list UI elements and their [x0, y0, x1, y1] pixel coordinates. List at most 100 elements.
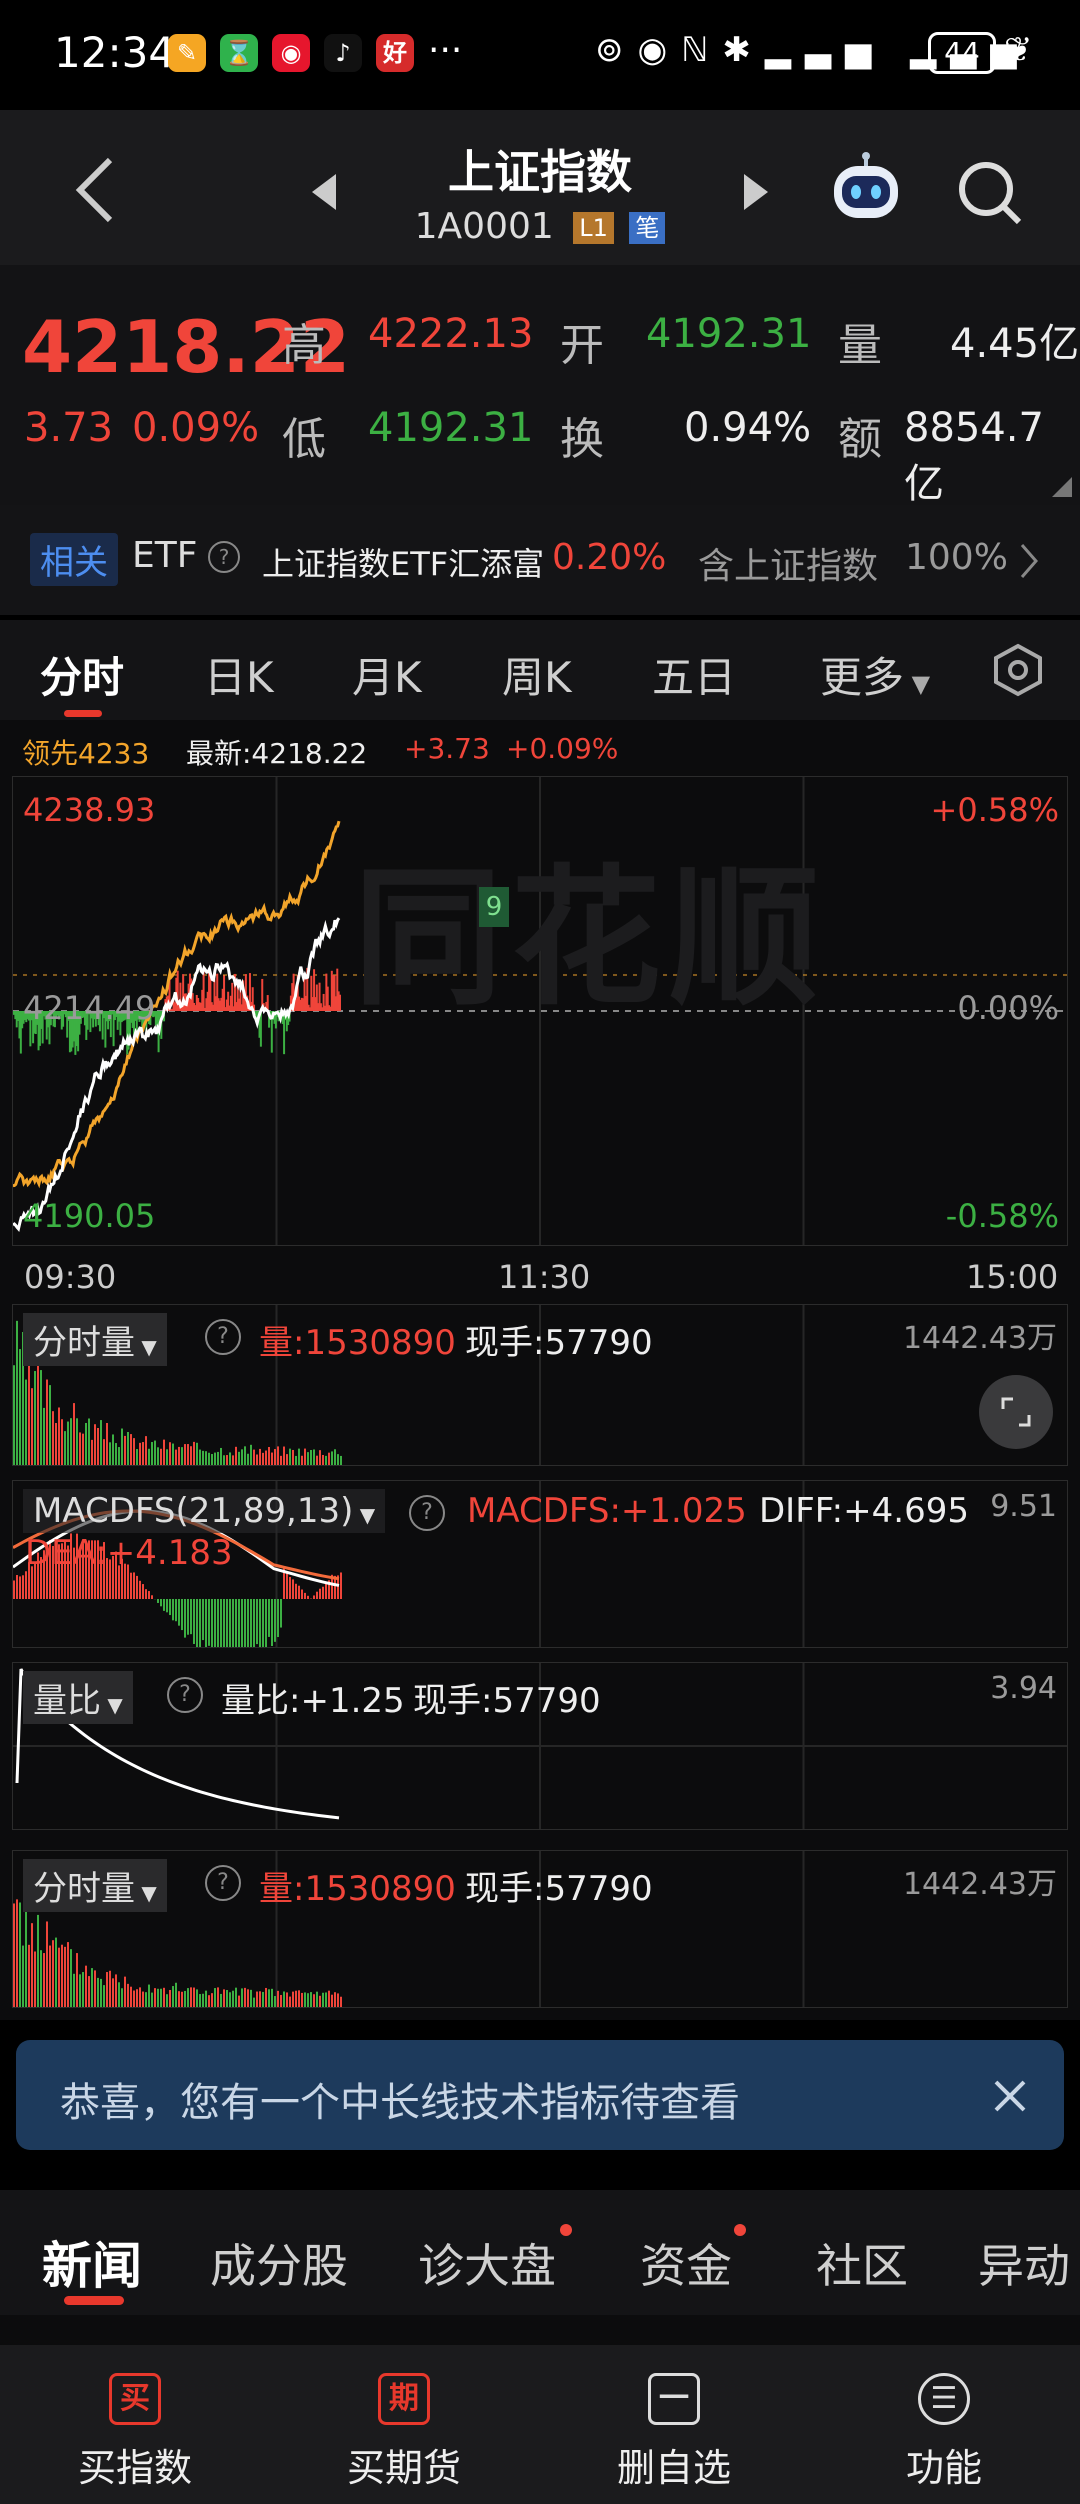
volume-panel[interactable]: 分时量 ▼ ? 量:1530890 现手:57790 1442.43万 [12, 1304, 1068, 1466]
volume-panel-2[interactable]: 分时量 ▼ ? 量:1530890 现手:57790 1442.43万 [12, 1850, 1068, 2008]
tab-diagnosis[interactable]: 诊大盘 [418, 2230, 556, 2296]
macd-bar [175, 1599, 177, 1622]
help-icon[interactable]: ? [205, 1319, 241, 1355]
buy-futures-button[interactable]: 期 买期货 [304, 2345, 504, 2504]
volume-bar [97, 1977, 99, 2007]
unread-dot [734, 2224, 746, 2236]
volume-bar [292, 1449, 294, 1465]
close-icon[interactable] [992, 2078, 1028, 2114]
volume-bar [232, 1990, 234, 2007]
etf-bar[interactable]: 相关 ETF ? 上证指数ETF汇添富 0.20% 含上证指数 100% [0, 505, 1080, 615]
volume-bar [19, 1349, 21, 1465]
price-panel[interactable]: 同花顺 4238.93 4214.49 4190.05 +0.58% 0.00%… [12, 776, 1068, 1246]
macd-bar [271, 1599, 273, 1646]
tab-intraday[interactable]: 分时 [40, 644, 124, 705]
next-stock-icon[interactable] [740, 172, 770, 212]
etf-holding-value: 100% [905, 537, 1008, 578]
tab-community[interactable]: 社区 [816, 2230, 908, 2296]
volume-bar [130, 1434, 132, 1465]
volume-bar [268, 1447, 270, 1465]
functions-label: 功能 [905, 2446, 982, 2490]
macdfs-value: MACDFS:+1.025 [467, 1491, 747, 1531]
volume-indicator-select[interactable]: 分时量 ▼ [23, 1313, 167, 1366]
low-value: 4192.31 [368, 405, 534, 451]
volume-bar [175, 1982, 177, 2007]
macd-bar [256, 1599, 258, 1645]
open-label: 开 [560, 320, 604, 371]
volume-label: 量 [838, 320, 882, 371]
volume-bar [16, 1899, 18, 2007]
help-icon[interactable]: ? [409, 1495, 445, 1531]
volume-bar [217, 1451, 219, 1465]
tab-movement[interactable]: 异动 [978, 2230, 1080, 2296]
search-icon[interactable] [955, 158, 1025, 228]
volume-bar [13, 1365, 15, 1465]
volume-bar [118, 1447, 120, 1465]
tab-five-day[interactable]: 五日 [652, 644, 736, 705]
tab-news[interactable]: 新闻 [42, 2226, 142, 2298]
chart-area[interactable]: 领先4233 最新:4218.22 +3.73 +0.09% 同花顺 4238.… [0, 720, 1080, 2020]
expand-corner-icon[interactable] [1052, 477, 1072, 497]
volume-bar [211, 1454, 213, 1465]
volume-ratio-panel[interactable]: 量比 ▼ ? 量比:+1.25 现手:57790 3.94 [12, 1662, 1068, 1830]
period-tabs: 分时 日K 月K 周K 五日 更多 ▼ [0, 620, 1080, 720]
volume-bar [31, 1923, 33, 2007]
app-icon-1: ✎ [168, 34, 206, 72]
help-icon[interactable]: ? [205, 1865, 241, 1901]
tab-daily-k[interactable]: 日K [204, 644, 274, 705]
volume-bar [178, 1991, 180, 2007]
macd-indicator-select[interactable]: MACDFS(21,89,13) ▼ [23, 1489, 386, 1533]
volume-bar [70, 1418, 72, 1465]
volume-bar [124, 1976, 126, 2007]
tab-monthly-k[interactable]: 月K [352, 644, 422, 705]
etf-name[interactable]: 上证指数ETF汇添富 [262, 539, 544, 585]
remove-watchlist-button[interactable]: 一 删自选 [574, 2345, 774, 2504]
volume-bar [331, 1994, 333, 2007]
promo-banner[interactable]: 恭喜，您有一个中长线技术指标待查看 [16, 2040, 1064, 2150]
robot-assistant-icon[interactable] [826, 150, 906, 230]
buy-index-button[interactable]: 买 买指数 [35, 2345, 235, 2504]
volume-bar [337, 1993, 339, 2007]
pct-bottom-label: -0.58% [945, 1197, 1059, 1235]
futures-icon: 期 [378, 2373, 430, 2425]
chevron-right-icon[interactable] [1018, 543, 1040, 579]
tab-more[interactable]: 更多 ▼ [820, 644, 930, 705]
functions-button[interactable]: ☰ 功能 [844, 2345, 1044, 2504]
help-icon[interactable]: ? [208, 541, 240, 573]
volume-indicator-select-2[interactable]: 分时量 ▼ [23, 1859, 167, 1912]
volume-bar [247, 1989, 249, 2007]
tab-constituents[interactable]: 成分股 [210, 2230, 348, 2296]
volume-bar [130, 1986, 132, 2007]
tab-active-indicator [64, 710, 102, 717]
volume-bar [196, 1989, 198, 2007]
app-icon-5: 好 [376, 34, 414, 72]
news-content-area [0, 2315, 1080, 2345]
volume-bar [91, 1968, 93, 2007]
volume-bar [247, 1453, 249, 1465]
volume-qty-2: 量:1530890 [259, 1869, 456, 1909]
volume-bar [322, 1454, 324, 1465]
bi-tag: 笔 [629, 212, 666, 244]
volume-bar [49, 1945, 51, 2007]
volume-bar [184, 1444, 186, 1465]
macd-bar [280, 1599, 282, 1628]
tab-weekly-k[interactable]: 周K [502, 644, 572, 705]
macd-bar [13, 1580, 15, 1599]
volume-diff-bar [223, 975, 226, 1011]
volume-bar [286, 1992, 288, 2007]
volume-bar [202, 1993, 204, 2007]
ratio-indicator-select[interactable]: 量比 ▼ [23, 1671, 133, 1724]
volume-bar [28, 1944, 30, 2007]
tab-funds[interactable]: 资金 [640, 2230, 732, 2296]
macd-panel[interactable]: MACDFS(21,89,13) ▼ ? MACDFS:+1.025 DIFF:… [12, 1480, 1068, 1648]
chart-settings-icon[interactable] [990, 642, 1046, 698]
macd-bar [250, 1599, 252, 1647]
volume-bar [37, 1914, 39, 2007]
macd-bar [184, 1599, 186, 1638]
volume-bar [46, 1379, 48, 1465]
fullscreen-icon[interactable] [979, 1375, 1053, 1449]
volume-bar [193, 1987, 195, 2007]
volume-bar [199, 1449, 201, 1465]
signal-marker[interactable]: 9 [479, 887, 509, 927]
help-icon[interactable]: ? [167, 1677, 203, 1713]
